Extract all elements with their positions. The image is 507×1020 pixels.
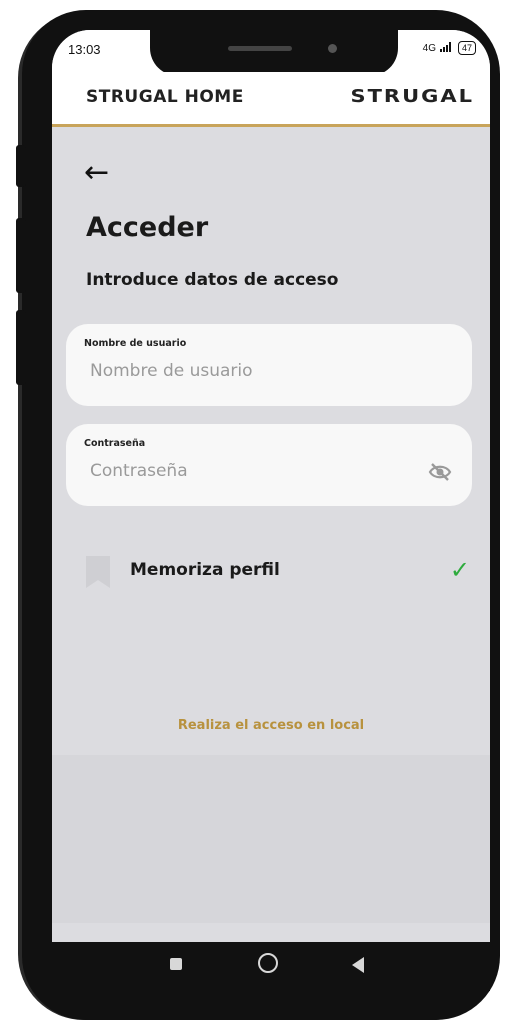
bookmark-icon (86, 556, 110, 588)
nav-back-icon[interactable] (352, 957, 364, 973)
status-icons: 4G 47 (423, 41, 476, 55)
volume-up-button (16, 218, 26, 293)
password-input[interactable] (90, 458, 410, 484)
username-label: Nombre de usuario (84, 338, 187, 349)
lower-panel (52, 755, 490, 923)
remember-profile-row[interactable]: Memoriza perfil ✓ (86, 552, 476, 592)
page-title: Acceder (86, 212, 209, 243)
app-header: STRUGAL HOME STRUGAL (52, 72, 490, 127)
signal-icon (439, 41, 454, 55)
android-nav-bar (52, 942, 490, 991)
password-field[interactable]: Contraseña (66, 424, 472, 506)
camera-notch (150, 30, 398, 76)
recent-apps-icon[interactable] (170, 958, 182, 970)
side-button (16, 145, 26, 187)
eye-off-icon[interactable] (428, 462, 452, 482)
brand-logo: STRUGAL (350, 85, 474, 107)
battery-icon: 47 (457, 41, 476, 55)
remember-profile-label: Memoriza perfil (130, 560, 280, 580)
screen: 13:03 4G 47 STRUGAL HOME STRUGAL ← Acced… (52, 30, 490, 991)
local-access-link[interactable]: Realiza el acceso en local (52, 718, 490, 733)
back-arrow-icon[interactable]: ← (84, 158, 109, 188)
volume-down-button (16, 310, 26, 385)
speaker-grille (228, 46, 292, 51)
username-input[interactable] (90, 358, 410, 384)
network-type: 4G (422, 42, 436, 54)
home-icon[interactable] (258, 953, 278, 973)
password-label: Contraseña (84, 438, 146, 449)
page-subtitle: Introduce datos de acceso (86, 270, 339, 290)
username-field[interactable]: Nombre de usuario (66, 324, 472, 406)
front-camera (328, 44, 337, 53)
checkmark-icon[interactable]: ✓ (450, 556, 470, 584)
status-time: 13:03 (68, 42, 101, 57)
app-title: STRUGAL HOME (86, 87, 244, 107)
